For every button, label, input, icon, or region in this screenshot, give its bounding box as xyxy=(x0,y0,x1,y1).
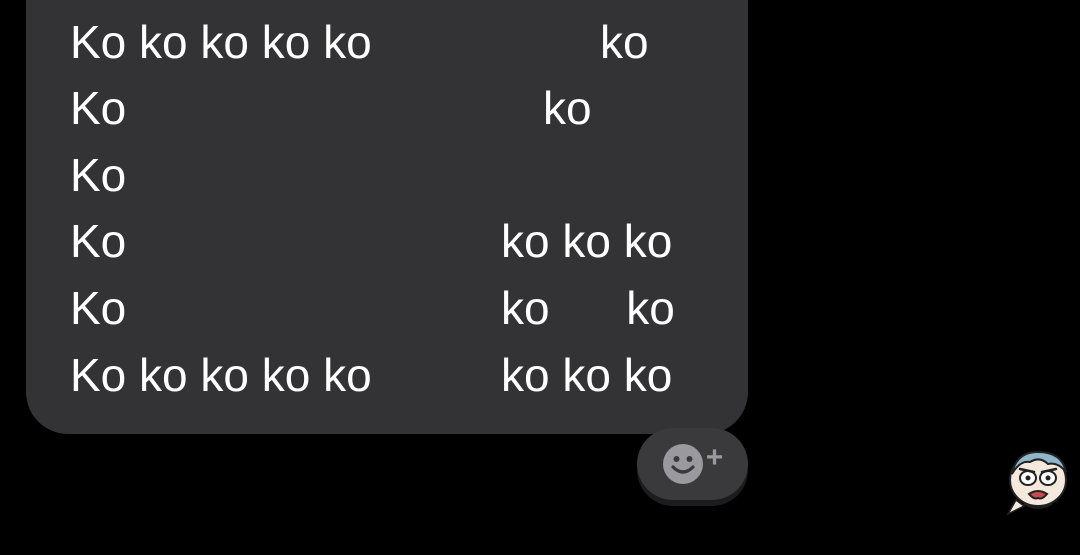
plus-icon: + xyxy=(705,441,724,474)
message-line-2-left: Ko xyxy=(70,82,127,134)
message-line-1-left: Ko ko ko ko ko xyxy=(70,16,372,68)
message-line-3-left: Ko xyxy=(70,149,127,201)
chat-screen: Ko ko ko ko ko Ko Ko Ko Ko Ko ko ko ko k… xyxy=(0,0,1080,555)
cartoon-face-avatar-icon[interactable] xyxy=(1002,444,1072,516)
message-line-4-left: Ko xyxy=(70,215,127,267)
message-line-2-right: ko xyxy=(543,82,592,134)
smiley-face-icon xyxy=(662,444,703,484)
add-reaction-button[interactable]: + xyxy=(637,428,748,500)
message-line-5-right: ko ko xyxy=(501,282,675,334)
message-line-4-right: ko ko ko xyxy=(501,215,673,267)
message-line-5-left: Ko xyxy=(70,282,127,334)
message-line-1-right: ko xyxy=(600,16,649,68)
message-line-6-left: Ko ko ko ko ko xyxy=(70,349,372,401)
message-line-6-right: ko ko ko xyxy=(501,349,673,401)
